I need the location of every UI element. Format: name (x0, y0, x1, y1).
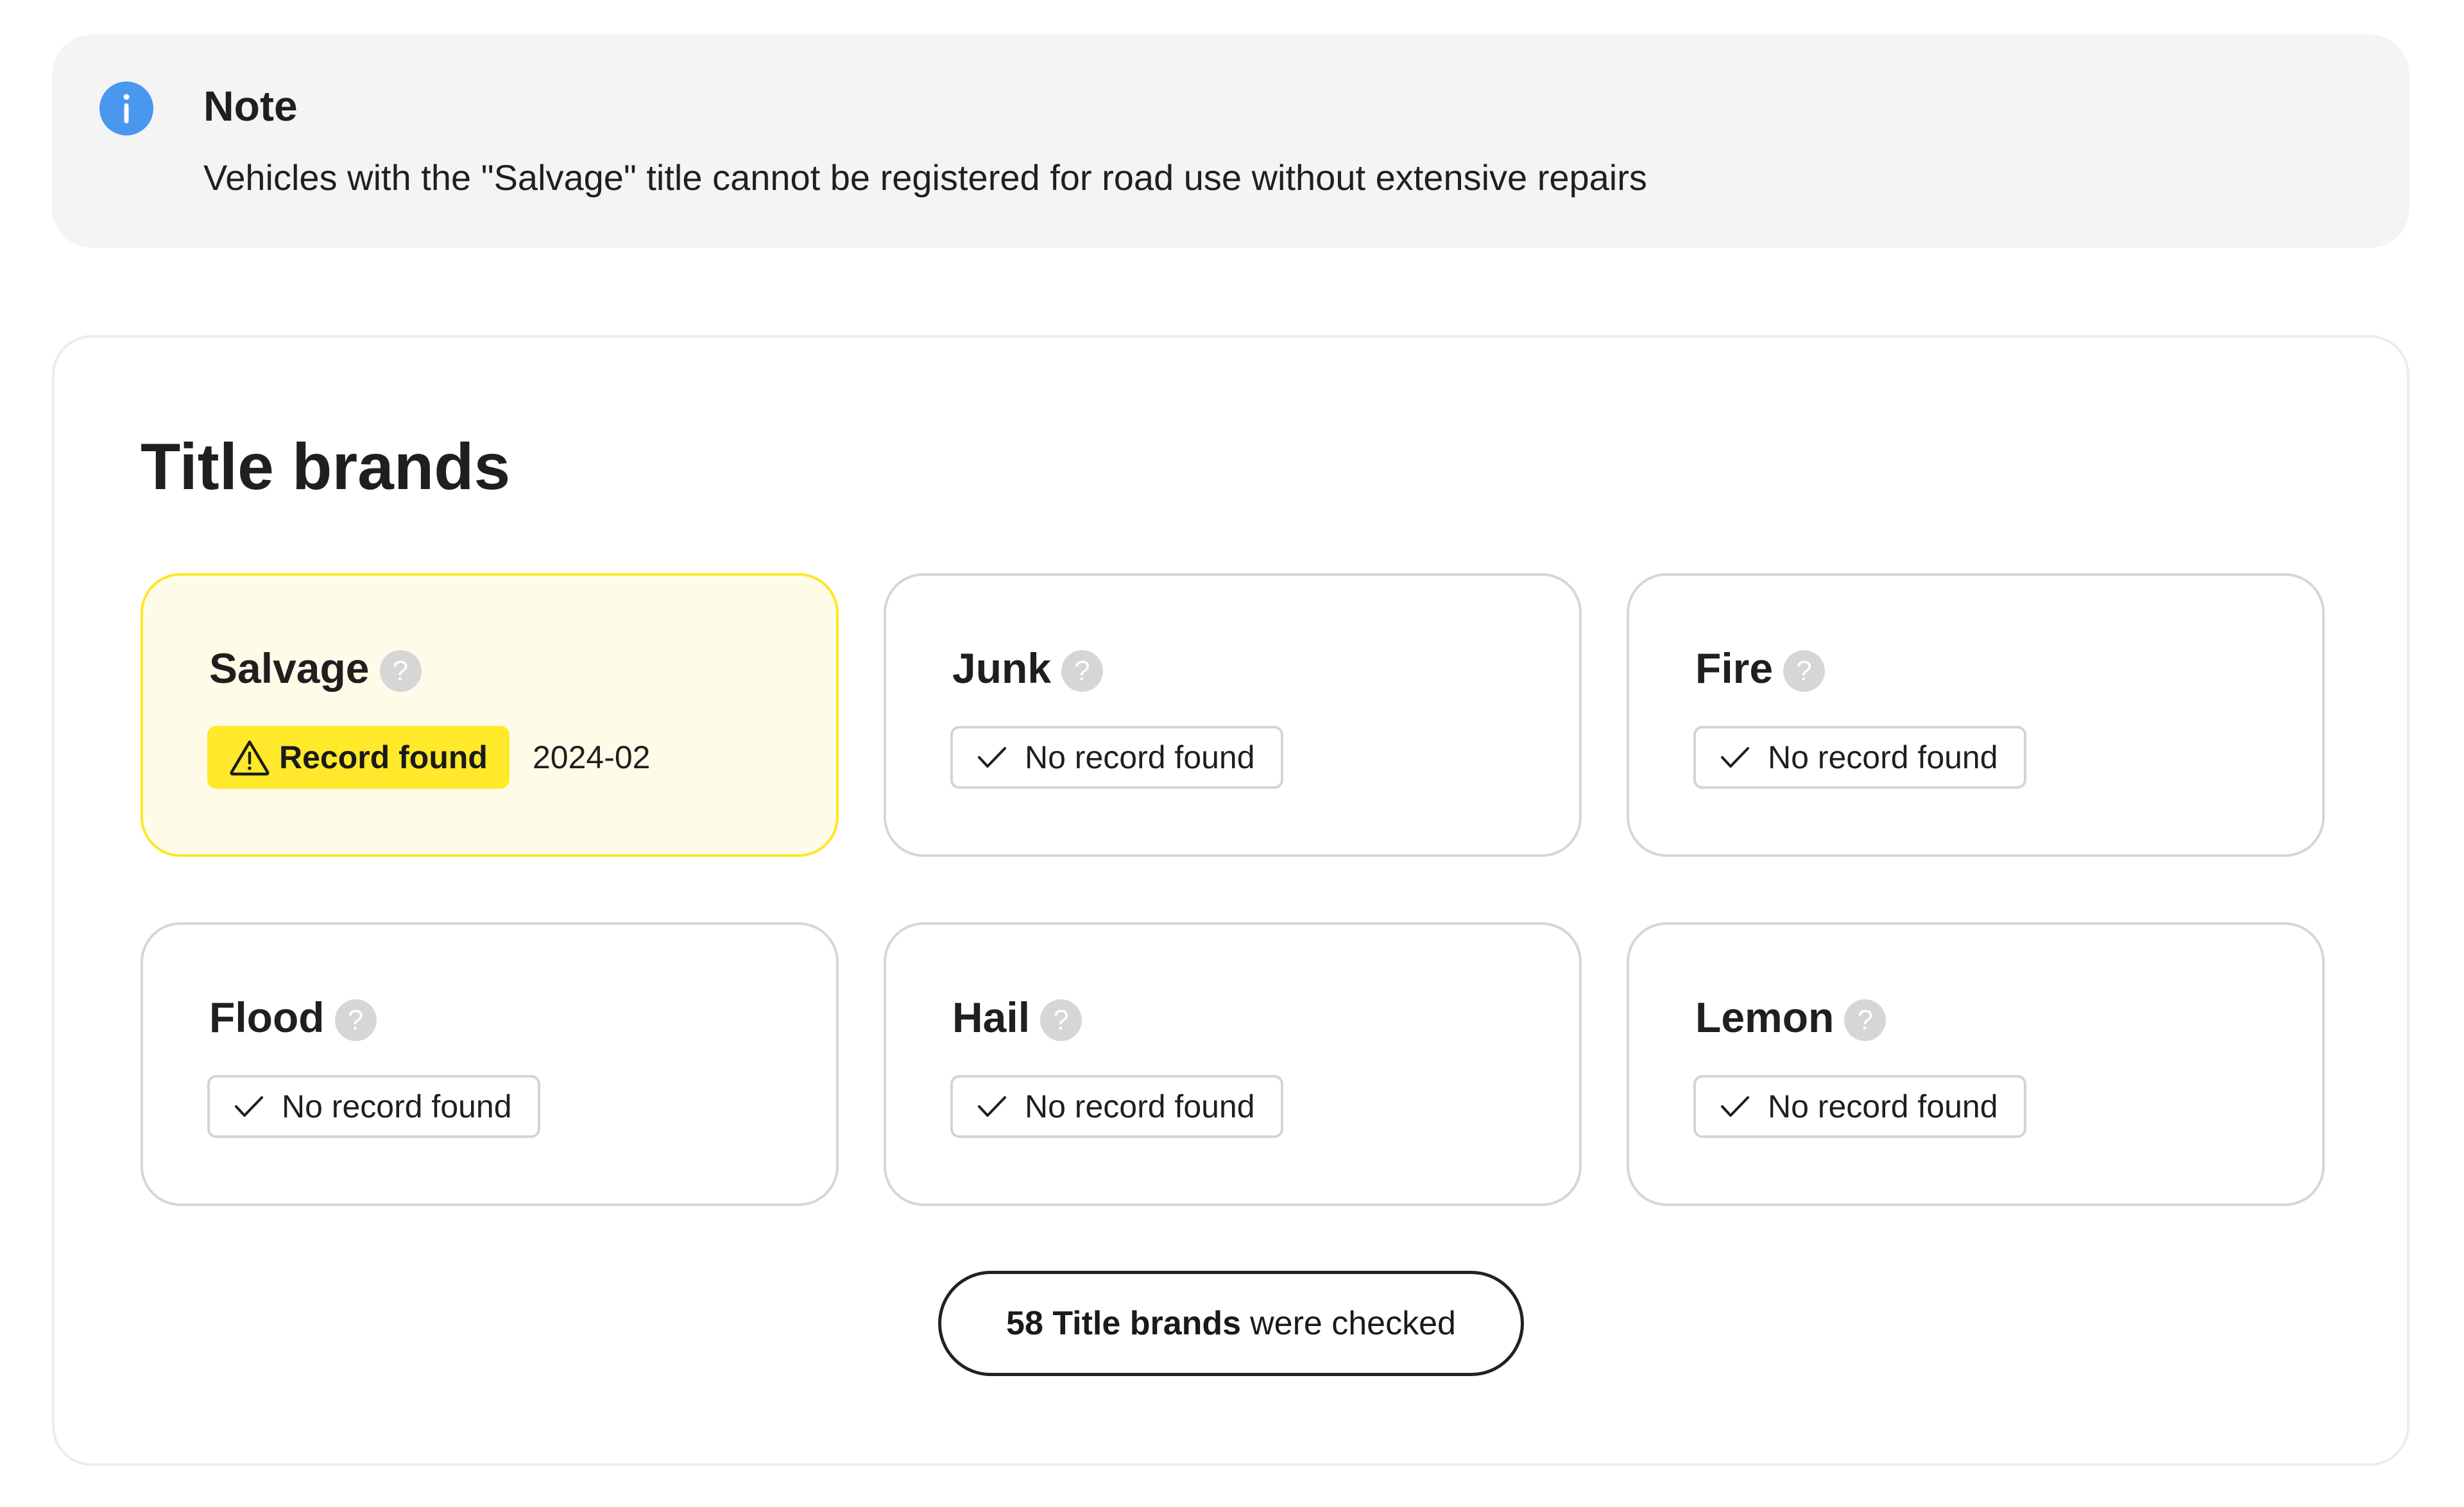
card-header: Junk ? (952, 642, 1104, 694)
brand-name: Hail (952, 994, 1031, 1041)
brand-card-lemon: Lemon ? No record found (1627, 922, 2325, 1206)
brand-name: Flood (209, 994, 325, 1041)
brand-card-hail: Hail ? No record found (884, 922, 1582, 1206)
record-found-badge: Record found (207, 726, 509, 789)
no-record-label: No record found (1025, 739, 1255, 775)
no-record-label: No record found (1768, 739, 1998, 775)
status-row: No record found (207, 1075, 540, 1138)
check-icon (235, 1096, 263, 1117)
note-text: Vehicles with the "Salvage" title cannot… (203, 157, 1647, 198)
status-row: No record found (1693, 1075, 2026, 1138)
no-record-label: No record found (1025, 1089, 1255, 1124)
record-found-label: Record found (279, 739, 488, 775)
note-banner (52, 35, 2409, 248)
check-icon (978, 1096, 1006, 1117)
card-header: Hail ? (952, 992, 1082, 1043)
question-icon[interactable]: ? (1844, 999, 1887, 1041)
no-record-badge: No record found (950, 1075, 1283, 1138)
brand-name: Fire (1695, 644, 1774, 692)
question-icon[interactable]: ? (1783, 650, 1826, 692)
brand-card-flood: Flood ? No record found (141, 922, 839, 1206)
warning-icon (230, 740, 270, 776)
brand-name: Junk (952, 644, 1052, 692)
note-title: Note (203, 82, 298, 130)
card-header: Lemon ? (1695, 992, 1887, 1043)
card-header: Salvage ? (209, 642, 422, 694)
brand-name: Salvage (209, 644, 370, 692)
brand-card-junk: Junk ? No record found (884, 573, 1582, 857)
no-record-badge: No record found (1693, 726, 2026, 789)
question-icon[interactable]: ? (379, 650, 422, 692)
status-row: No record found (950, 1075, 1283, 1138)
no-record-label: No record found (1768, 1089, 1998, 1124)
question-icon[interactable]: ? (1061, 650, 1104, 692)
brands-checked-button[interactable]: 58 Title brands were checked (938, 1271, 1524, 1376)
info-icon (99, 82, 153, 135)
no-record-badge: No record found (207, 1075, 540, 1138)
check-icon (1721, 747, 1749, 768)
question-icon[interactable]: ? (1040, 999, 1082, 1041)
check-icon (1721, 1096, 1749, 1117)
no-record-badge: No record found (1693, 1075, 2026, 1138)
card-header: Flood ? (209, 992, 377, 1043)
panel-title: Title brands (141, 430, 511, 503)
brand-card-salvage: Salvage ? Record found 2024-02 (141, 573, 839, 857)
brand-card-fire: Fire ? No record found (1627, 573, 2325, 857)
no-record-label: No record found (282, 1089, 512, 1124)
record-date: 2024-02 (532, 739, 651, 775)
checked-count-label: 58 Title brands (1006, 1305, 1242, 1342)
check-icon (978, 747, 1006, 768)
question-icon[interactable]: ? (334, 999, 377, 1041)
status-row: No record found (1693, 726, 2026, 789)
brand-name: Lemon (1695, 994, 1835, 1041)
no-record-badge: No record found (950, 726, 1283, 789)
status-row: No record found (950, 726, 1283, 789)
status-row: Record found 2024-02 (207, 726, 650, 789)
checked-suffix-label: were checked (1250, 1305, 1456, 1342)
card-header: Fire ? (1695, 642, 1826, 694)
